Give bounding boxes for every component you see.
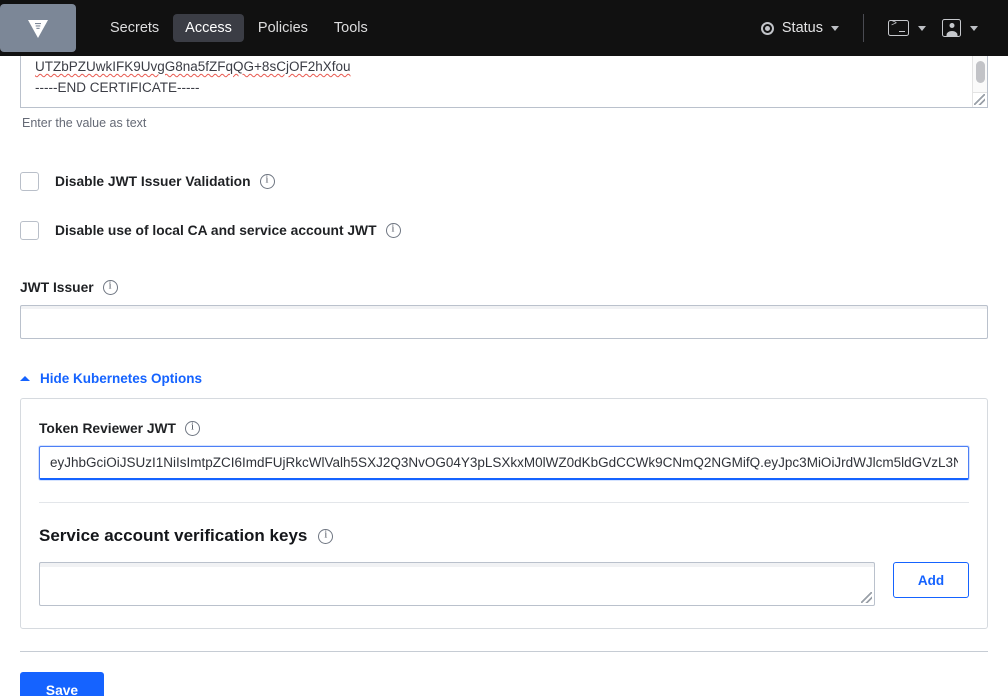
top-navigation-bar: Secrets Access Policies Tools Status bbox=[0, 0, 1008, 56]
info-icon-disable-jwt-issuer-validation[interactable]: i bbox=[259, 174, 275, 189]
nav-left-group: Secrets Access Policies Tools bbox=[0, 0, 380, 56]
console-terminal-icon bbox=[888, 19, 909, 36]
jwt-issuer-label-row: JWT Issuer i bbox=[20, 280, 988, 295]
tab-tools[interactable]: Tools bbox=[322, 14, 380, 43]
label-disable-jwt-issuer-validation: Disable JWT Issuer Validation bbox=[55, 174, 251, 189]
token-reviewer-label-row: Token Reviewer JWT i bbox=[39, 421, 969, 436]
checkbox-disable-jwt-issuer-validation[interactable] bbox=[20, 172, 39, 191]
tab-access[interactable]: Access bbox=[173, 13, 244, 43]
status-dot-icon bbox=[760, 21, 774, 35]
checkbox-row-disable-local-ca: Disable use of local CA and service acco… bbox=[20, 221, 988, 240]
add-key-button[interactable]: Add bbox=[893, 562, 969, 598]
certificate-scrollbar-thumb[interactable] bbox=[976, 61, 985, 83]
certificate-textarea-wrap: UTZbPZUwkIFK9UvgG8na5fZFqQG+8sCjOF2hXfou… bbox=[20, 56, 988, 108]
chevron-up-icon bbox=[20, 376, 30, 381]
jwt-issuer-label: JWT Issuer bbox=[20, 280, 94, 295]
info-icon-disable-local-ca[interactable]: i bbox=[385, 223, 401, 238]
footer-divider bbox=[20, 651, 988, 652]
label-disable-local-ca: Disable use of local CA and service acco… bbox=[55, 223, 377, 238]
token-reviewer-jwt-input[interactable] bbox=[39, 446, 969, 480]
chevron-down-icon-console bbox=[918, 26, 926, 31]
page-content: UTZbPZUwkIFK9UvgG8na5fZFqQG+8sCjOF2hXfou… bbox=[0, 56, 1008, 696]
service-account-keys-textarea[interactable] bbox=[39, 562, 875, 606]
vault-logo-button[interactable] bbox=[0, 4, 76, 52]
hide-kubernetes-options-label: Hide Kubernetes Options bbox=[40, 371, 203, 386]
main-nav-tabs: Secrets Access Policies Tools bbox=[98, 13, 380, 43]
service-account-keys-row: Add bbox=[39, 562, 969, 606]
service-account-keys-title-row: Service account verification keys i bbox=[39, 526, 969, 546]
nav-right-group: Status bbox=[753, 13, 992, 43]
certificate-textarea[interactable]: UTZbPZUwkIFK9UvgG8na5fZFqQG+8sCjOF2hXfou… bbox=[20, 56, 988, 108]
checkbox-disable-local-ca[interactable] bbox=[20, 221, 39, 240]
certificate-line-2: -----END CERTIFICATE----- bbox=[35, 80, 200, 95]
save-button[interactable]: Save bbox=[20, 672, 104, 696]
checkbox-row-disable-jwt-issuer-validation: Disable JWT Issuer Validation i bbox=[20, 172, 988, 191]
certificate-resize-handle[interactable] bbox=[972, 92, 987, 107]
user-menu-button[interactable] bbox=[934, 13, 986, 43]
kubernetes-options-panel: Token Reviewer JWT i Service account ver… bbox=[20, 398, 988, 629]
info-icon-service-account-keys[interactable]: i bbox=[318, 528, 334, 544]
console-menu-button[interactable] bbox=[880, 14, 934, 42]
nav-separator bbox=[863, 14, 864, 42]
hide-kubernetes-options-toggle[interactable]: Hide Kubernetes Options bbox=[20, 371, 202, 386]
service-account-keys-resize-handle[interactable] bbox=[861, 592, 874, 605]
info-icon-jwt-issuer[interactable]: i bbox=[102, 280, 118, 295]
tab-secrets[interactable]: Secrets bbox=[98, 14, 171, 43]
user-account-icon bbox=[942, 19, 961, 37]
service-account-keys-title: Service account verification keys bbox=[39, 526, 308, 545]
chevron-down-icon-user bbox=[970, 26, 978, 31]
token-reviewer-label: Token Reviewer JWT bbox=[39, 421, 176, 436]
service-account-keys-textarea-wrap bbox=[39, 562, 875, 606]
status-menu-button[interactable]: Status bbox=[753, 14, 847, 42]
tab-policies[interactable]: Policies bbox=[246, 14, 320, 43]
panel-divider bbox=[39, 502, 969, 503]
vault-triangle-logo-icon bbox=[28, 20, 48, 38]
certificate-helper-text: Enter the value as text bbox=[22, 116, 147, 130]
chevron-down-icon bbox=[831, 26, 839, 31]
jwt-issuer-input[interactable] bbox=[20, 305, 988, 339]
status-label: Status bbox=[781, 20, 823, 36]
info-icon-token-reviewer[interactable]: i bbox=[185, 421, 200, 436]
certificate-line-1: UTZbPZUwkIFK9UvgG8na5fZFqQG+8sCjOF2hXfou bbox=[35, 59, 351, 74]
